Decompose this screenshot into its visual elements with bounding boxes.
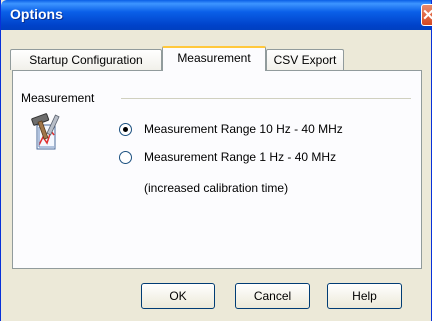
tools-chart-icon	[31, 113, 60, 150]
help-button[interactable]: Help	[327, 283, 402, 309]
radio-button-selected[interactable]	[119, 123, 132, 136]
tab-startup-configuration[interactable]: Startup Configuration	[10, 49, 162, 70]
radio-label-10hz[interactable]: Measurement Range 10 Hz - 40 MHz	[144, 122, 343, 136]
radio-button-unselected[interactable]	[119, 151, 132, 164]
close-icon[interactable]: ✕	[421, 4, 432, 26]
cancel-button[interactable]: Cancel	[235, 283, 310, 309]
tab-csv-export[interactable]: CSV Export	[266, 49, 344, 70]
tab-measurement[interactable]: Measurement	[162, 46, 266, 71]
window-title: Options	[10, 6, 63, 22]
radio-label-1hz[interactable]: Measurement Range 1 Hz - 40 MHz	[144, 150, 336, 164]
title-bar[interactable]: Options ✕	[1, 0, 432, 30]
options-dialog: Options ✕ Startup Configuration Measurem…	[0, 0, 432, 321]
calibration-note: (increased calibration time)	[144, 181, 289, 195]
ok-button[interactable]: OK	[141, 283, 215, 309]
group-divider	[121, 98, 411, 99]
radio-dot	[123, 127, 128, 132]
group-title: Measurement	[21, 91, 101, 105]
